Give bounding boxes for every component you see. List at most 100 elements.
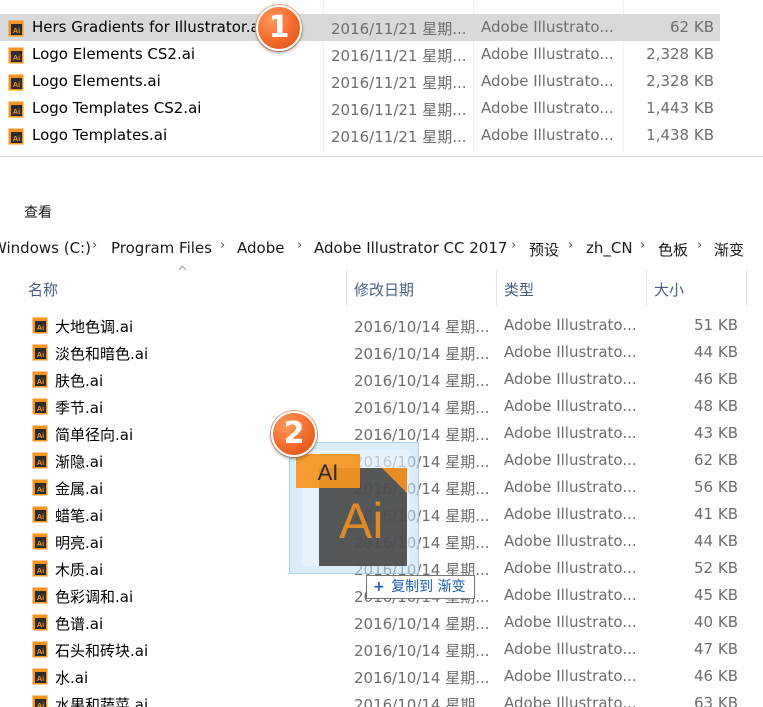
file-row[interactable]: Ai 水.ai 2016/10/14 星期... Adobe Illustrato..… xyxy=(0,664,763,691)
illustrator-file-icon: Ai xyxy=(32,317,48,334)
file-name: 明亮.ai xyxy=(55,534,104,552)
svg-text:Ai: Ai xyxy=(37,539,45,548)
column-header-name[interactable]: 名称 xyxy=(21,270,347,306)
file-row[interactable]: Ai 肤色.ai 2016/10/14 星期... Adobe Illustrato.… xyxy=(0,367,763,394)
file-type: Adobe Illustrato... xyxy=(504,613,637,631)
breadcrumb-item-presets[interactable]: 预设 xyxy=(529,239,559,260)
file-date: 2016/10/14 星期... xyxy=(354,615,490,633)
file-date: 2016/10/14 星期... xyxy=(354,642,490,660)
breadcrumb-item-drive[interactable]: Windows (C:) xyxy=(0,239,91,257)
breadcrumb-item-adobe[interactable]: Adobe xyxy=(237,239,284,257)
svg-text:Ai: Ai xyxy=(37,431,45,440)
list-divider xyxy=(0,156,763,157)
chevron-right-icon[interactable]: › xyxy=(511,238,516,253)
file-date: 2016/10/14 星期... xyxy=(354,345,490,363)
file-type: Adobe Illustrato... xyxy=(481,126,614,144)
svg-text:Ai: Ai xyxy=(13,26,21,35)
file-row[interactable]: Ai 淡色和暗色.ai 2016/10/14 星期... Adobe Illustra… xyxy=(0,340,763,367)
file-name: 水果和蔬菜.ai xyxy=(55,696,149,707)
file-date: 2016/11/21 星期... xyxy=(331,101,467,119)
file-name: 肤色.ai xyxy=(55,372,104,390)
illustrator-file-icon: Ai xyxy=(32,668,48,685)
file-row[interactable]: Ai Logo Elements CS2.ai 2016/11/21 星期... Ad… xyxy=(0,41,720,68)
file-size: 44 KB xyxy=(694,532,738,550)
file-date: 2016/10/14 星期... xyxy=(354,696,490,707)
step-badge-2: 2 xyxy=(271,411,317,457)
illustrator-file-icon: Ai xyxy=(32,425,48,442)
breadcrumb-item-illustrator[interactable]: Adobe Illustrator CC 2017 xyxy=(314,239,507,257)
illustrator-file-icon: Ai xyxy=(32,560,48,577)
drag-copy-tooltip: + 复制到 渐变 xyxy=(366,575,475,599)
file-size: 2,328 KB xyxy=(646,45,714,63)
tooltip-action-text: 复制到 xyxy=(391,579,434,595)
file-type: Adobe Illustrato... xyxy=(504,532,637,550)
column-header-size[interactable]: 大小 xyxy=(647,270,747,306)
breadcrumb-item-program-files[interactable]: Program Files xyxy=(111,239,212,257)
file-row[interactable]: Ai Logo Templates.ai 2016/11/21 星期... Adobe… xyxy=(0,122,720,149)
illustrator-file-icon: Ai xyxy=(32,641,48,658)
illustrator-file-icon: Ai xyxy=(8,20,24,37)
illustrator-file-icon: Ai xyxy=(8,47,24,64)
file-row[interactable]: Ai 石头和砖块.ai 2016/10/14 星期... Adobe Illustra… xyxy=(0,637,763,664)
chevron-right-icon[interactable]: › xyxy=(568,238,573,253)
chevron-right-icon[interactable]: › xyxy=(297,238,302,253)
file-name: 淡色和暗色.ai xyxy=(55,345,149,363)
column-header-date[interactable]: 修改日期 xyxy=(347,270,497,306)
svg-text:Ai: Ai xyxy=(37,323,45,332)
illustrator-file-icon: Ai xyxy=(32,344,48,361)
file-row[interactable]: Ai Logo Templates CS2.ai 2016/11/21 星期... A… xyxy=(0,95,720,122)
tooltip-target-text: 渐变 xyxy=(437,579,466,595)
illustrator-file-icon: Ai xyxy=(32,533,48,550)
file-size: 40 KB xyxy=(694,613,738,631)
step-badge-1: 1 xyxy=(256,5,302,51)
svg-text:Ai: Ai xyxy=(37,404,45,413)
breadcrumb: Windows (C:) › Program Files › Adobe › A… xyxy=(0,233,763,263)
file-name: 蜡笔.ai xyxy=(55,507,104,525)
chevron-right-icon[interactable]: › xyxy=(640,238,645,253)
file-name: 色彩调和.ai xyxy=(55,588,134,606)
chevron-right-icon[interactable]: › xyxy=(220,238,225,253)
breadcrumb-item-gradients[interactable]: 渐变 xyxy=(714,239,744,260)
file-name: 水.ai xyxy=(55,669,89,687)
file-row[interactable]: Ai 色谱.ai 2016/10/14 星期... Adobe Illustrato.… xyxy=(0,610,763,637)
file-name: 色谱.ai xyxy=(55,615,104,633)
file-row[interactable]: Ai 大地色调.ai 2016/10/14 星期... Adobe Illustrat… xyxy=(0,313,763,340)
column-header-type[interactable]: 类型 xyxy=(497,270,647,306)
file-name: 木质.ai xyxy=(55,561,104,579)
file-size: 41 KB xyxy=(694,505,738,523)
svg-text:Ai: Ai xyxy=(37,593,45,602)
source-file-list: Ai Hers Gradients for Illustrator.ai 2016/… xyxy=(0,0,763,157)
illustrator-file-icon: Ai xyxy=(32,371,48,388)
chevron-right-icon[interactable]: › xyxy=(92,238,97,253)
file-row[interactable]: Ai 水果和蔬菜.ai 2016/10/14 星期... Adobe Illustra… xyxy=(0,691,763,707)
file-type: Adobe Illustrato... xyxy=(481,72,614,90)
file-type: Adobe Illustrato... xyxy=(504,478,637,496)
illustrator-file-icon: Ai xyxy=(32,506,48,523)
breadcrumb-item-zh-cn[interactable]: zh_CN xyxy=(586,239,633,257)
column-header-size-label: 大小 xyxy=(654,281,685,299)
file-size: 46 KB xyxy=(694,667,738,685)
file-row[interactable]: Ai Hers Gradients for Illustrator.ai 2016/… xyxy=(0,14,720,41)
file-type: Adobe Illustrato... xyxy=(504,559,637,577)
file-type: Adobe Illustrato... xyxy=(504,370,637,388)
column-header-type-label: 类型 xyxy=(504,281,535,299)
file-row[interactable]: Ai 季节.ai 2016/10/14 星期... Adobe Illustrato.… xyxy=(0,394,763,421)
file-date: 2016/10/14 星期... xyxy=(354,318,490,336)
breadcrumb-item-swatches[interactable]: 色板 xyxy=(658,239,688,260)
svg-text:Ai: Ai xyxy=(13,134,21,143)
file-type: Adobe Illustrato... xyxy=(481,99,614,117)
tab-view[interactable]: 查看 xyxy=(24,202,52,222)
file-size: 62 KB xyxy=(694,451,738,469)
illustrator-file-icon: Ai xyxy=(32,452,48,469)
column-header-date-label: 修改日期 xyxy=(354,281,415,299)
column-header-name-label: 名称 xyxy=(28,281,59,299)
file-type: Adobe Illustrato... xyxy=(504,397,637,415)
file-type: Adobe Illustrato... xyxy=(504,694,637,707)
chevron-right-icon[interactable]: › xyxy=(697,238,702,253)
svg-text:Ai: Ai xyxy=(37,620,45,629)
illustrator-file-icon: Ai xyxy=(32,587,48,604)
file-type: Adobe Illustrato... xyxy=(504,667,637,685)
file-row[interactable]: Ai Logo Elements.ai 2016/11/21 星期... Adobe … xyxy=(0,68,720,95)
file-size: 56 KB xyxy=(694,478,738,496)
illustrator-file-icon: Ai xyxy=(8,101,24,118)
